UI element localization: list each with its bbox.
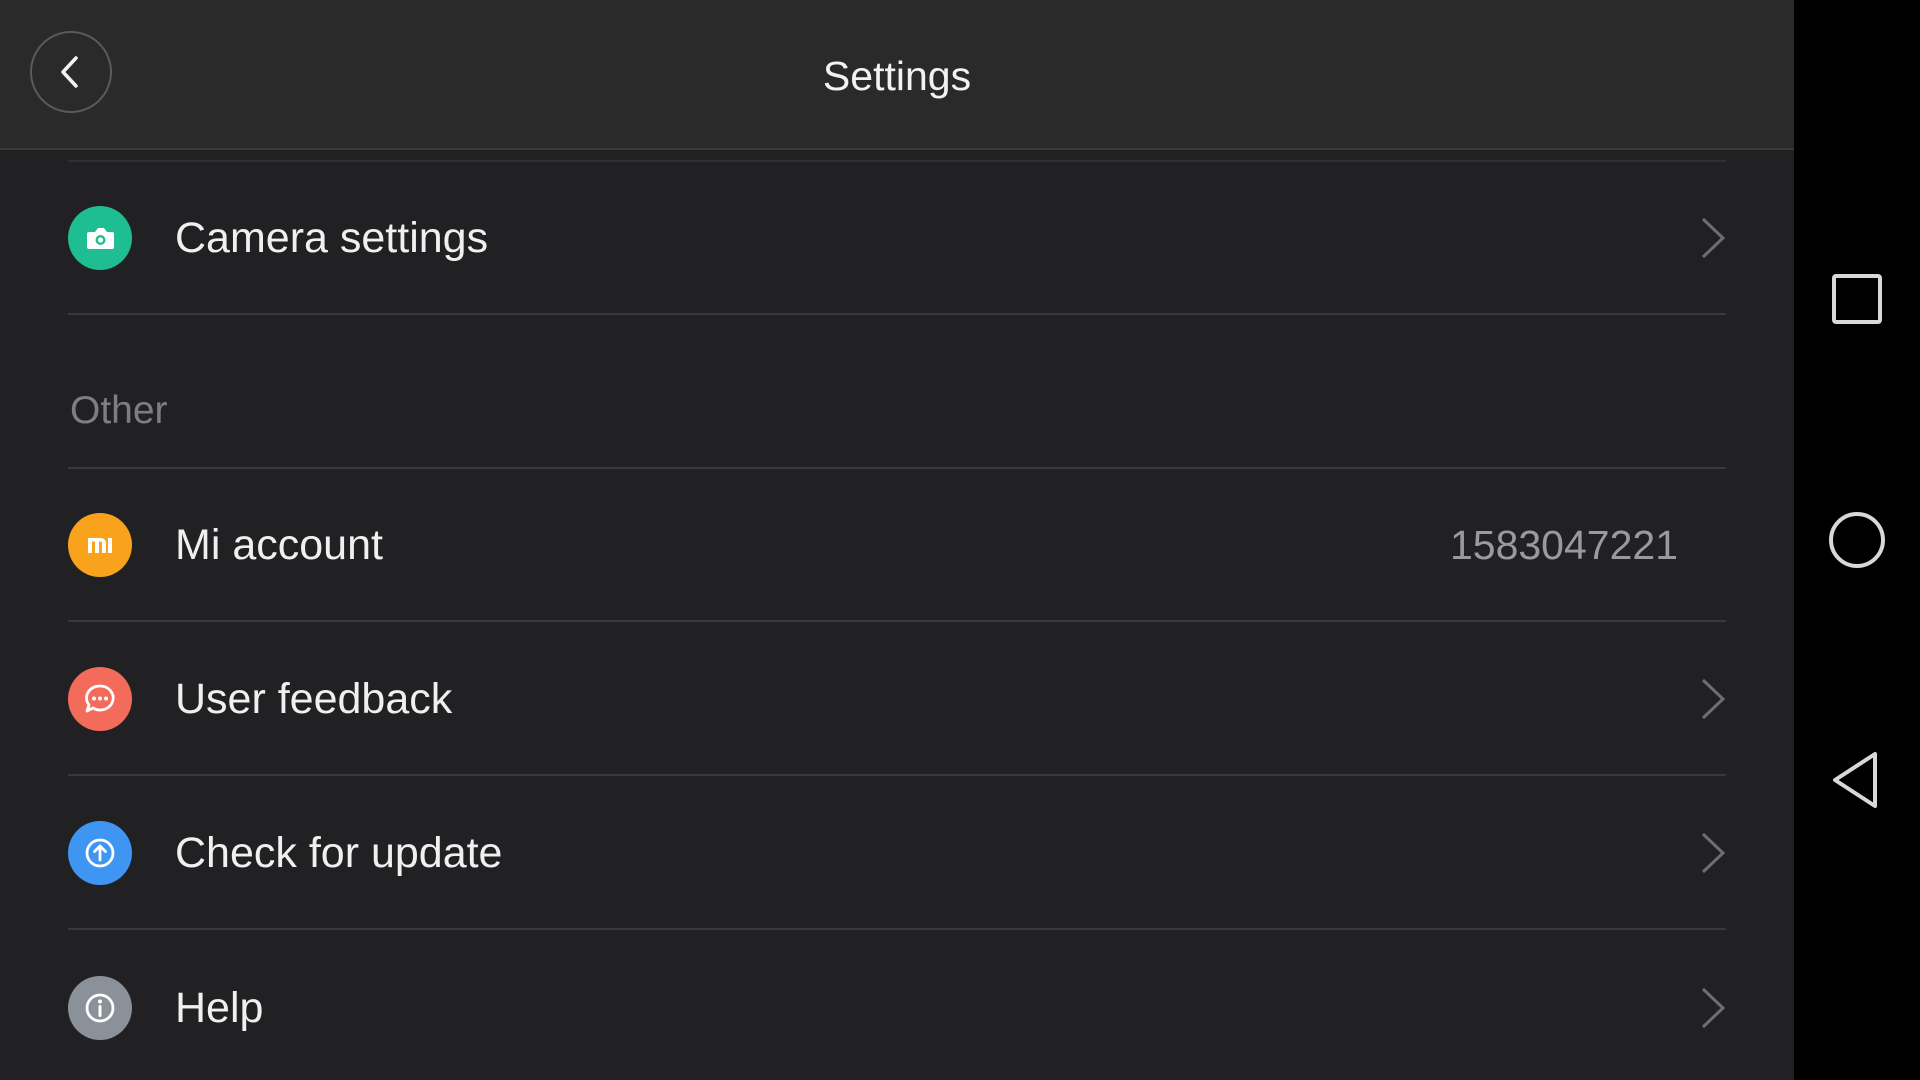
camera-settings-row[interactable]: Camera settings	[68, 162, 1726, 315]
page-title: Settings	[822, 53, 972, 99]
back-triangle-icon	[1833, 752, 1877, 808]
chevron-right-icon	[1701, 832, 1726, 873]
mi-account-label: Mi account	[175, 520, 383, 569]
camera-icon	[68, 205, 132, 270]
mi-account-row[interactable]: Mi account 1583047221	[68, 469, 1726, 622]
user-feedback-row[interactable]: User feedback	[68, 623, 1726, 776]
app-header: Settings	[0, 0, 1794, 150]
system-back-button[interactable]	[1825, 748, 1889, 812]
upload-arrow-icon	[68, 820, 132, 885]
user-feedback-label: User feedback	[175, 674, 453, 723]
chevron-right-icon	[1701, 678, 1726, 719]
mi-logo-icon	[68, 512, 132, 577]
system-navigation-bar	[1794, 0, 1920, 1080]
help-row[interactable]: Help	[68, 931, 1726, 1080]
camera-settings-label: Camera settings	[175, 213, 489, 262]
settings-app: Settings Camera settings Other Mi accoun…	[0, 0, 1794, 1080]
home-button[interactable]	[1825, 508, 1889, 572]
screen: Settings Camera settings Other Mi accoun…	[0, 0, 1920, 1080]
section-header-other: Other	[70, 389, 168, 432]
check-for-update-row[interactable]: Check for update	[68, 777, 1726, 930]
recents-square-icon	[1832, 274, 1882, 324]
check-for-update-label: Check for update	[175, 828, 503, 877]
home-circle-icon	[1829, 512, 1885, 568]
chat-bubble-icon	[68, 666, 132, 731]
mi-account-id: 1583047221	[1449, 521, 1678, 568]
recents-button[interactable]	[1825, 268, 1889, 332]
chevron-right-icon	[1701, 217, 1726, 258]
chevron-right-icon	[1701, 987, 1726, 1028]
info-icon	[68, 975, 132, 1040]
help-label: Help	[175, 983, 264, 1032]
